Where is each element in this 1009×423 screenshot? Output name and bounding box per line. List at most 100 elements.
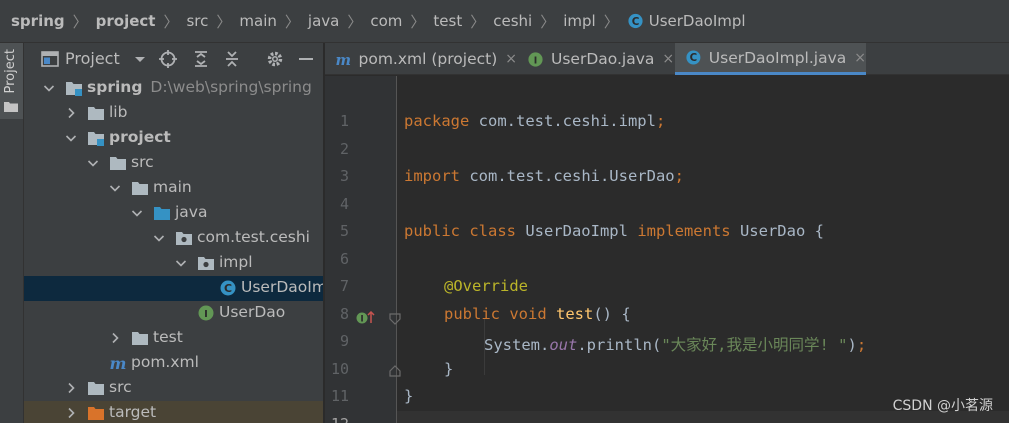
code-line-1: package com.test.ceshi.impl; xyxy=(404,112,666,130)
tree-item-name: spring xyxy=(87,78,143,96)
tree-item-userdaoimpl[interactable]: C UserDaoImpl xyxy=(24,276,323,301)
tab-label: UserDao.java xyxy=(551,50,655,68)
editor-tab-userdao-java[interactable]: I UserDao.java × xyxy=(517,43,675,75)
tree-item-label: java xyxy=(175,203,207,221)
close-icon[interactable]: × xyxy=(505,51,517,67)
tree-item-name: src xyxy=(109,378,132,396)
tree-item-test[interactable]: test xyxy=(24,326,323,351)
minimize-icon[interactable] xyxy=(296,49,316,69)
breadcrumb-item[interactable]: impl xyxy=(563,12,595,30)
line-number: 9 xyxy=(339,332,349,350)
tree-item-main[interactable]: main xyxy=(24,176,323,201)
editor-tab-pom-xml-project[interactable]: m pom.xml (project) × xyxy=(325,43,517,75)
breadcrumb-separator: 〉 xyxy=(347,12,363,31)
tree-item-label: pom.xml xyxy=(131,353,199,371)
locate-file-icon[interactable] xyxy=(158,49,178,69)
project-tool-window-button[interactable]: Project xyxy=(0,43,23,119)
package-icon xyxy=(176,232,192,245)
breadcrumb-separator: 〉 xyxy=(410,12,426,31)
tree-item-pom-xml[interactable]: m pom.xml xyxy=(24,351,323,376)
folder-icon xyxy=(110,157,126,170)
editor-tab-userdaoimpl-java[interactable]: C UserDaoImpl.java × xyxy=(675,43,866,75)
svg-text:I: I xyxy=(204,309,208,320)
folder-icon xyxy=(132,332,148,345)
chevron-right-icon[interactable] xyxy=(109,332,121,344)
navigation-breadcrumb: spring 〉 project 〉 src 〉 main 〉 java 〉 com 〉 test 〉 ce… xyxy=(0,0,1009,43)
line-number: 2 xyxy=(339,139,349,158)
tree-item-label: UserDaoImpl xyxy=(241,278,323,296)
tree-item-userdao[interactable]: I UserDao xyxy=(24,301,323,326)
maven-icon: m xyxy=(110,355,127,371)
tree-item-java[interactable]: java xyxy=(24,201,323,226)
chevron-down-icon[interactable] xyxy=(175,257,187,269)
chevron-right-icon[interactable] xyxy=(65,407,77,419)
tree-item-label: main xyxy=(153,178,192,196)
breadcrumb-item[interactable]: java xyxy=(308,12,339,30)
chevron-right-icon[interactable] xyxy=(65,107,77,119)
tree-item-spring[interactable]: spring D:\web\spring\spring xyxy=(24,76,323,101)
tree-item-label: src xyxy=(109,378,132,396)
tree-item-label: UserDao xyxy=(219,303,285,321)
project-panel: Project spring D:\web\spring\spring lib pro… xyxy=(24,43,324,423)
chevron-down-icon[interactable] xyxy=(87,157,99,169)
tree-item-project[interactable]: project xyxy=(24,126,323,151)
breadcrumb-item[interactable]: ceshi xyxy=(493,12,532,30)
line-number: 6 xyxy=(339,249,349,268)
tree-item-target[interactable]: target xyxy=(24,401,323,423)
chevron-down-icon[interactable] xyxy=(131,207,143,219)
breadcrumb-item[interactable]: src xyxy=(186,12,208,30)
tree-item-impl[interactable]: impl xyxy=(24,251,323,276)
line-number: 5 xyxy=(339,222,349,240)
tree-item-name: lib xyxy=(109,103,128,121)
code-line-10: } xyxy=(444,360,454,378)
close-icon[interactable]: × xyxy=(854,50,866,66)
tab-label: pom.xml (project) xyxy=(358,50,498,68)
tree-item-name: UserDao xyxy=(219,303,286,321)
svg-text:m: m xyxy=(335,52,351,68)
module-folder-icon xyxy=(88,132,104,146)
code-area[interactable]: package com.test.ceshi.impl; import com.… xyxy=(397,76,1009,423)
breadcrumb-item[interactable]: test xyxy=(433,12,462,30)
editor-tab-bar: m pom.xml (project) × I UserDao.java × C UserDa… xyxy=(325,43,1009,75)
gear-icon[interactable] xyxy=(265,49,285,69)
breadcrumb-item[interactable]: com xyxy=(370,12,402,30)
collapse-all-icon[interactable] xyxy=(222,49,242,69)
chevron-down-icon[interactable] xyxy=(65,132,77,144)
tree-item-com-test-ceshi[interactable]: com.test.ceshi xyxy=(24,226,323,251)
project-panel-header: Project xyxy=(24,43,323,74)
breadcrumb-item[interactable]: UserDaoImpl xyxy=(649,12,746,30)
folder-icon xyxy=(4,102,18,112)
expand-all-icon[interactable] xyxy=(191,49,211,69)
code-line-11: } xyxy=(404,387,414,405)
project-panel-title[interactable]: Project xyxy=(65,49,120,68)
chevron-down-icon[interactable] xyxy=(153,232,165,244)
breadcrumb-item[interactable]: project xyxy=(96,12,156,30)
line-number: 7 xyxy=(339,277,349,295)
tree-item-label: src xyxy=(131,153,154,171)
tree-item-lib[interactable]: lib xyxy=(24,101,323,126)
tree-item-label: impl xyxy=(219,253,253,271)
tree-item-name: main xyxy=(153,178,192,196)
line-number: 10 xyxy=(330,359,349,378)
left-tool-stripe: Project xyxy=(0,43,24,423)
breadcrumb-separator: 〉 xyxy=(470,12,486,31)
code-line-7: @Override xyxy=(444,277,528,295)
chevron-down-icon[interactable] xyxy=(130,49,150,69)
tree-item-src[interactable]: src xyxy=(24,151,323,176)
breadcrumb-item[interactable]: spring xyxy=(11,12,65,30)
line-number: 4 xyxy=(339,194,349,213)
tree-item-name: project xyxy=(109,128,171,146)
breadcrumb-separator: 〉 xyxy=(603,12,619,31)
breadcrumb-item[interactable]: main xyxy=(239,12,276,30)
tree-item-src[interactable]: src xyxy=(24,376,323,401)
class-icon: C xyxy=(628,13,643,29)
close-icon[interactable]: × xyxy=(662,51,674,67)
chevron-right-icon[interactable] xyxy=(65,382,77,394)
chevron-down-icon[interactable] xyxy=(109,182,121,194)
code-line-3: import com.test.ceshi.UserDao; xyxy=(404,167,684,185)
implements-method-icon[interactable]: I xyxy=(356,311,376,325)
chevron-down-icon[interactable] xyxy=(43,82,55,94)
tab-label: UserDaoImpl.java xyxy=(708,48,847,67)
line-number: 1 xyxy=(339,112,349,130)
tree-item-label: spring D:\web\spring\spring xyxy=(87,78,312,96)
